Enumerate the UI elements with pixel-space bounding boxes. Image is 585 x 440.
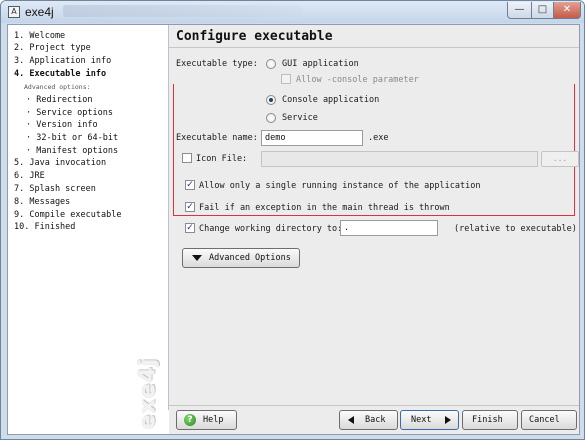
working-directory-input[interactable]: . <box>340 220 438 236</box>
window-title: exe4j <box>25 5 54 19</box>
help-icon: ? <box>184 414 196 426</box>
executable-type-label: Executable type: <box>176 59 258 69</box>
single-instance-label[interactable]: Allow only a single running instance of … <box>199 181 480 191</box>
fail-on-exception-checkbox[interactable]: ✓ <box>185 202 195 212</box>
step-executable-info[interactable]: 4. Executable info <box>14 69 106 79</box>
maximize-button[interactable]: □ <box>531 2 554 19</box>
fail-on-exception-label[interactable]: Fail if an exception in the main thread … <box>199 203 450 213</box>
step-compile-executable[interactable]: 9. Compile executable <box>14 210 121 220</box>
step-welcome[interactable]: 1. Welcome <box>14 31 65 41</box>
cancel-button[interactable]: Cancel <box>521 410 577 430</box>
title-bar[interactable]: A exe4j — □ ✕ <box>1 1 584 23</box>
arrow-right-icon <box>445 416 451 424</box>
radio-service[interactable] <box>266 113 276 123</box>
step-splash-screen[interactable]: 7. Splash screen <box>14 184 96 194</box>
icon-file-label[interactable]: Icon File: <box>196 154 247 164</box>
gui-application-label[interactable]: GUI application <box>282 59 359 69</box>
exe-suffix: .exe <box>368 133 389 143</box>
service-label[interactable]: Service <box>282 113 318 123</box>
radio-console-application[interactable] <box>266 95 276 105</box>
footer-divider <box>169 405 579 406</box>
executable-name-label: Executable name: <box>176 133 258 143</box>
step-java-invocation[interactable]: 5. Java invocation <box>14 158 106 168</box>
substep-bitness[interactable]: · 32-bit or 64-bit <box>26 133 118 143</box>
substep-redirection[interactable]: · Redirection <box>26 95 93 105</box>
app-icon: A <box>8 6 20 18</box>
single-instance-checkbox[interactable]: ✓ <box>185 180 195 190</box>
change-dir-checkbox[interactable]: ✓ <box>185 223 195 233</box>
help-label: Help <box>203 415 224 425</box>
step-finished[interactable]: 10. Finished <box>14 222 75 232</box>
executable-name-input[interactable]: demo <box>261 130 363 146</box>
icon-browse-button[interactable]: ... <box>541 151 579 167</box>
console-application-label[interactable]: Console application <box>282 95 379 105</box>
exe4j-window: A exe4j — □ ✕ 1. Welcome 2. Project type… <box>0 0 585 440</box>
page-title: Configure executable <box>176 29 333 44</box>
icon-file-checkbox[interactable] <box>182 153 192 163</box>
substep-service-options[interactable]: · Service options <box>26 108 113 118</box>
step-jre[interactable]: 6. JRE <box>14 171 45 181</box>
step-application-info[interactable]: 3. Application info <box>14 56 111 66</box>
exe4j-logo: exe4j <box>134 355 162 435</box>
title-divider <box>169 47 579 48</box>
wizard-client-area: 1. Welcome 2. Project type 3. Applicatio… <box>7 24 580 435</box>
next-label: Next <box>411 415 432 425</box>
cancel-label: Cancel <box>529 415 560 425</box>
radio-gui-application[interactable] <box>266 59 276 69</box>
triangle-down-icon <box>192 255 202 261</box>
icon-file-input[interactable] <box>261 151 538 167</box>
advanced-options-label: Advanced Options <box>209 253 291 263</box>
substep-manifest-options[interactable]: · Manifest options <box>26 146 118 156</box>
back-label: Back <box>365 415 386 425</box>
back-button[interactable]: Back <box>339 410 398 430</box>
help-button[interactable]: ? Help <box>176 410 237 430</box>
advanced-options-button[interactable]: Advanced Options <box>182 248 300 268</box>
close-button[interactable]: ✕ <box>553 2 581 19</box>
advanced-options-heading: Advanced options: <box>24 83 91 91</box>
exe4j-logo-text: exe4j <box>135 357 161 430</box>
allow-console-checkbox[interactable] <box>281 74 291 84</box>
step-project-type[interactable]: 2. Project type <box>14 43 91 53</box>
wizard-steps-sidebar: 1. Welcome 2. Project type 3. Applicatio… <box>8 25 168 434</box>
arrow-left-icon <box>348 416 354 424</box>
finish-label: Finish <box>472 415 503 425</box>
minimize-button[interactable]: — <box>507 2 532 19</box>
configure-executable-panel: Configure executable Executable type: GU… <box>169 25 579 410</box>
next-button[interactable]: Next <box>400 410 459 430</box>
blurred-title-region <box>63 5 303 17</box>
step-messages[interactable]: 8. Messages <box>14 197 70 207</box>
relative-note: (relative to executable) <box>454 224 577 234</box>
change-dir-label[interactable]: Change working directory to: <box>199 224 342 234</box>
finish-button[interactable]: Finish <box>462 410 518 430</box>
wizard-button-bar: ? Help Back Next Finish Cancel <box>169 410 579 434</box>
substep-version-info[interactable]: · Version info <box>26 120 98 130</box>
